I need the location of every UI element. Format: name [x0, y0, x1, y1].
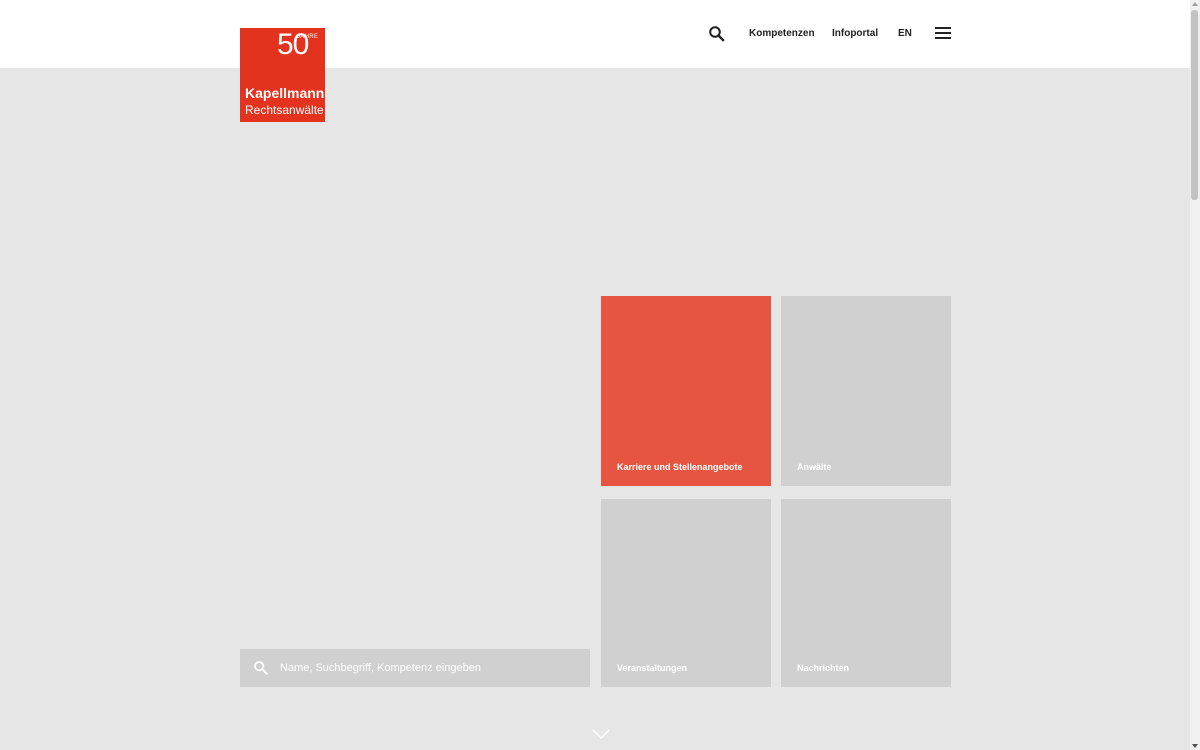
search-input[interactable] — [280, 649, 580, 687]
tile-label: Nachrichten — [797, 663, 850, 673]
logo[interactable]: 50 JAHRE Kapellmann Rechtsanwälte — [240, 28, 325, 122]
nav-link-infoportal[interactable]: Infoportal — [832, 27, 878, 41]
tile-veranstaltungen[interactable]: Veranstaltungen — [601, 499, 771, 687]
tile-label: Karriere und Stellenangebote — [617, 462, 743, 472]
tile-anwaelte[interactable]: Anwälte — [781, 296, 951, 486]
scrollbar-thumb[interactable] — [1191, 10, 1198, 200]
tile-label: Veranstaltungen — [617, 663, 688, 673]
scrollbar[interactable] — [1190, 0, 1200, 750]
tile-karriere[interactable]: Karriere und Stellenangebote — [601, 296, 771, 486]
logo-anniversary-word: JAHRE — [297, 34, 319, 40]
search-bar — [240, 649, 590, 687]
scroll-up-arrow-icon[interactable] — [1192, 2, 1198, 6]
tile-label: Anwälte — [797, 462, 832, 472]
tile-nachrichten[interactable]: Nachrichten — [781, 499, 951, 687]
nav-link-kompetenzen[interactable]: Kompetenzen — [749, 27, 815, 41]
hamburger-menu-icon[interactable] — [935, 27, 951, 40]
scroll-down-arrow-icon[interactable] — [1192, 744, 1198, 748]
search-icon[interactable] — [708, 25, 726, 43]
page: Kompetenzen Infoportal EN 50 JAHRE Kapel… — [0, 0, 1200, 750]
chevron-down-icon[interactable] — [592, 727, 610, 739]
language-switch-en[interactable]: EN — [898, 27, 912, 41]
search-icon — [253, 660, 269, 676]
logo-name: Kapellmann — [245, 85, 325, 101]
logo-subtitle: Rechtsanwälte — [245, 103, 324, 117]
site-header: Kompetenzen Infoportal EN — [0, 0, 1190, 68]
